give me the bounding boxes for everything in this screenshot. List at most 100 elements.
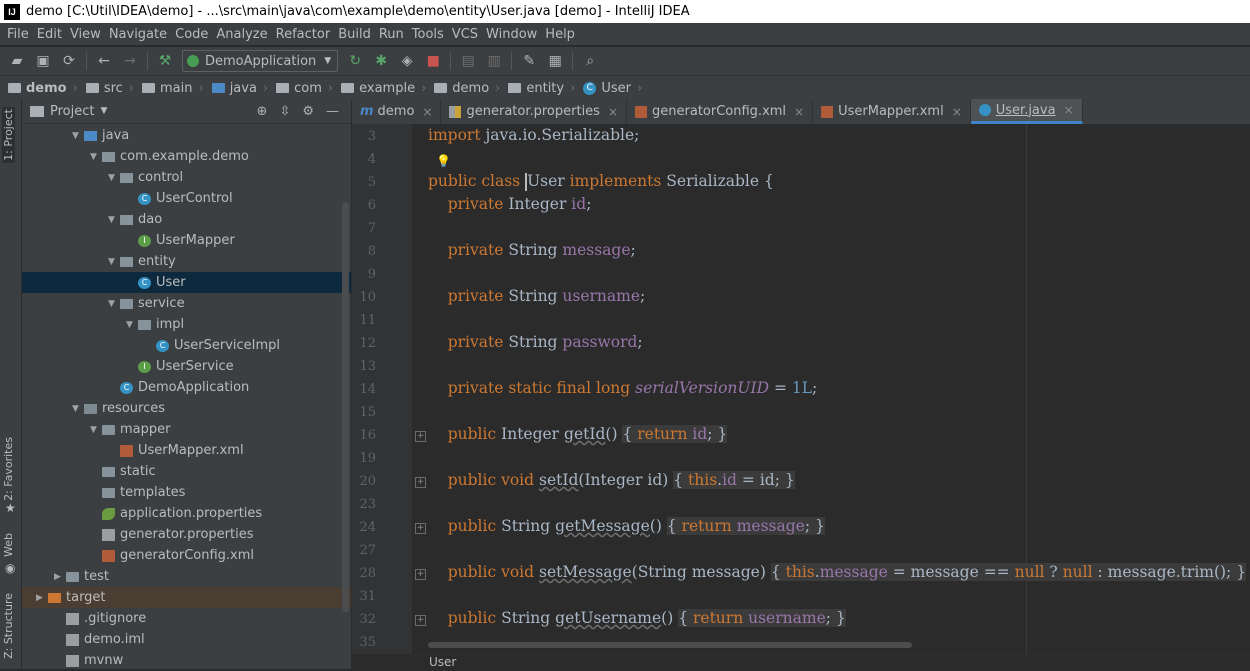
chevron-down-icon[interactable]: ▼: [126, 320, 138, 330]
code-line[interactable]: import java.io.Serializable;: [428, 126, 639, 149]
tree-item[interactable]: generator.properties: [22, 524, 351, 545]
tree-item[interactable]: ▼ mapper: [22, 419, 351, 440]
chevron-down-icon[interactable]: ▼: [108, 299, 120, 309]
project-panel-title[interactable]: Project: [50, 104, 94, 119]
web-tool-button[interactable]: Web: [2, 533, 15, 557]
menu-build[interactable]: Build: [338, 27, 371, 42]
minimize-icon[interactable]: —: [326, 104, 339, 119]
tree-item[interactable]: .gitignore: [22, 608, 351, 629]
menu-analyze[interactable]: Analyze: [216, 27, 267, 42]
close-icon[interactable]: ×: [794, 105, 804, 119]
build-hammer-icon[interactable]: ⚒: [156, 52, 174, 70]
tree-item[interactable]: generatorConfig.xml: [22, 545, 351, 566]
fold-expand-icon[interactable]: +: [415, 431, 426, 442]
chevron-down-icon[interactable]: ▼: [72, 131, 84, 141]
tree-item[interactable]: C User: [22, 272, 351, 293]
menu-window[interactable]: Window: [486, 27, 537, 42]
tree-item[interactable]: mvnw: [22, 650, 351, 671]
chevron-down-icon[interactable]: ▼: [108, 173, 120, 183]
fold-expand-icon[interactable]: +: [415, 477, 426, 488]
breadcrumb-item[interactable]: example ›: [341, 81, 426, 96]
menu-view[interactable]: View: [70, 27, 101, 42]
tab-generatorconfig-xml[interactable]: generatorConfig.xml ×: [627, 99, 814, 124]
code-line[interactable]: private String message;: [428, 241, 636, 264]
locate-icon[interactable]: ⊕: [257, 104, 268, 119]
tree-item[interactable]: I UserMapper: [22, 230, 351, 251]
fold-expand-icon[interactable]: +: [415, 569, 426, 580]
run-configuration-select[interactable]: DemoApplication ▼: [182, 50, 339, 72]
tree-item[interactable]: templates: [22, 482, 351, 503]
forward-arrow-icon[interactable]: →: [121, 52, 139, 70]
tree-item[interactable]: static: [22, 461, 351, 482]
sync-icon[interactable]: ⟳: [60, 52, 78, 70]
tree-item[interactable]: ▶ target: [22, 587, 351, 608]
rerun-icon[interactable]: ↻: [346, 52, 364, 70]
search-everywhere-icon[interactable]: ⌕: [581, 52, 599, 70]
editor-horizontal-scrollbar[interactable]: [428, 642, 912, 648]
breadcrumb-item[interactable]: demo ›: [434, 81, 500, 96]
code-line[interactable]: public class User implements Serializabl…: [428, 172, 774, 195]
close-icon[interactable]: ×: [952, 105, 962, 119]
back-arrow-icon[interactable]: ←: [95, 52, 113, 70]
stop-icon[interactable]: ■: [424, 52, 442, 70]
tree-item[interactable]: ▼ dao: [22, 209, 351, 230]
tree-item[interactable]: I UserService: [22, 356, 351, 377]
breadcrumb-item[interactable]: com ›: [276, 81, 333, 96]
chevron-down-icon[interactable]: ▼: [72, 404, 84, 414]
code-line[interactable]: public Integer getId() { return id; }: [428, 425, 728, 448]
menu-file[interactable]: File: [7, 27, 29, 42]
tree-item[interactable]: C UserServiceImpl: [22, 335, 351, 356]
open-folder-icon[interactable]: ▰: [8, 52, 26, 70]
fold-expand-icon[interactable]: +: [415, 615, 426, 626]
collapse-all-icon[interactable]: ⇳: [279, 104, 290, 119]
breadcrumb-item[interactable]: src ›: [85, 81, 134, 96]
tree-item[interactable]: application.properties: [22, 503, 351, 524]
wrench-icon[interactable]: ✎: [520, 52, 538, 70]
code-line[interactable]: private Integer id;: [428, 195, 592, 218]
folder-settings-icon[interactable]: ▦: [546, 52, 564, 70]
breadcrumb-item[interactable]: C User ›: [583, 81, 642, 96]
tree-item[interactable]: UserMapper.xml: [22, 440, 351, 461]
close-icon[interactable]: ×: [422, 105, 432, 119]
tree-item[interactable]: ▼ resources: [22, 398, 351, 419]
coverage-icon[interactable]: ◈: [398, 52, 416, 70]
code-line[interactable]: public void setMessage(String message) {…: [428, 563, 1247, 586]
menu-run[interactable]: Run: [379, 27, 404, 42]
tree-item[interactable]: ▼ control: [22, 167, 351, 188]
gear-icon[interactable]: ⚙: [302, 104, 314, 119]
breadcrumb-item[interactable]: java ›: [211, 81, 268, 96]
chevron-right-icon[interactable]: ▶: [36, 593, 48, 603]
favorites-tool-button[interactable]: 2: Favorites: [2, 437, 15, 501]
breadcrumb-item[interactable]: entity ›: [508, 81, 575, 96]
tree-item[interactable]: ▼ impl: [22, 314, 351, 335]
tree-item[interactable]: C UserControl: [22, 188, 351, 209]
breadcrumb-item[interactable]: demo ›: [8, 81, 78, 96]
tab-demo[interactable]: m demo ×: [352, 99, 442, 124]
menu-navigate[interactable]: Navigate: [109, 27, 167, 42]
tree-item[interactable]: ▶ test: [22, 566, 351, 587]
chevron-right-icon[interactable]: ▶: [54, 572, 66, 582]
menu-tools[interactable]: Tools: [412, 27, 444, 42]
status-breadcrumb-label[interactable]: User: [429, 655, 456, 669]
code-line[interactable]: private static final long serialVersionU…: [428, 379, 818, 402]
tree-item[interactable]: ▼ service: [22, 293, 351, 314]
chevron-down-icon[interactable]: ▼: [108, 215, 120, 225]
menu-vcs[interactable]: VCS: [452, 27, 478, 42]
tab-generator-properties[interactable]: generator.properties ×: [441, 99, 628, 124]
code-line[interactable]: public String getMessage() { return mess…: [428, 517, 825, 540]
menu-code[interactable]: Code: [175, 27, 208, 42]
menu-edit[interactable]: Edit: [37, 27, 62, 42]
fold-expand-icon[interactable]: +: [415, 523, 426, 534]
chevron-down-icon[interactable]: ▼: [100, 106, 107, 116]
menu-help[interactable]: Help: [545, 27, 575, 42]
tab-user-java[interactable]: User.java ×: [970, 99, 1083, 124]
chevron-down-icon[interactable]: ▼: [90, 425, 102, 435]
structure-tool-button[interactable]: Z: Structure: [2, 593, 15, 659]
close-icon[interactable]: ×: [608, 105, 618, 119]
tab-usermapper-xml[interactable]: UserMapper.xml ×: [813, 99, 971, 124]
chevron-down-icon[interactable]: ▼: [108, 257, 120, 267]
menu-refactor[interactable]: Refactor: [276, 27, 331, 42]
tree-item[interactable]: ▼ com.example.demo: [22, 146, 351, 167]
lightbulb-icon[interactable]: 💡: [436, 154, 451, 168]
code-line[interactable]: private String username;: [428, 287, 646, 310]
